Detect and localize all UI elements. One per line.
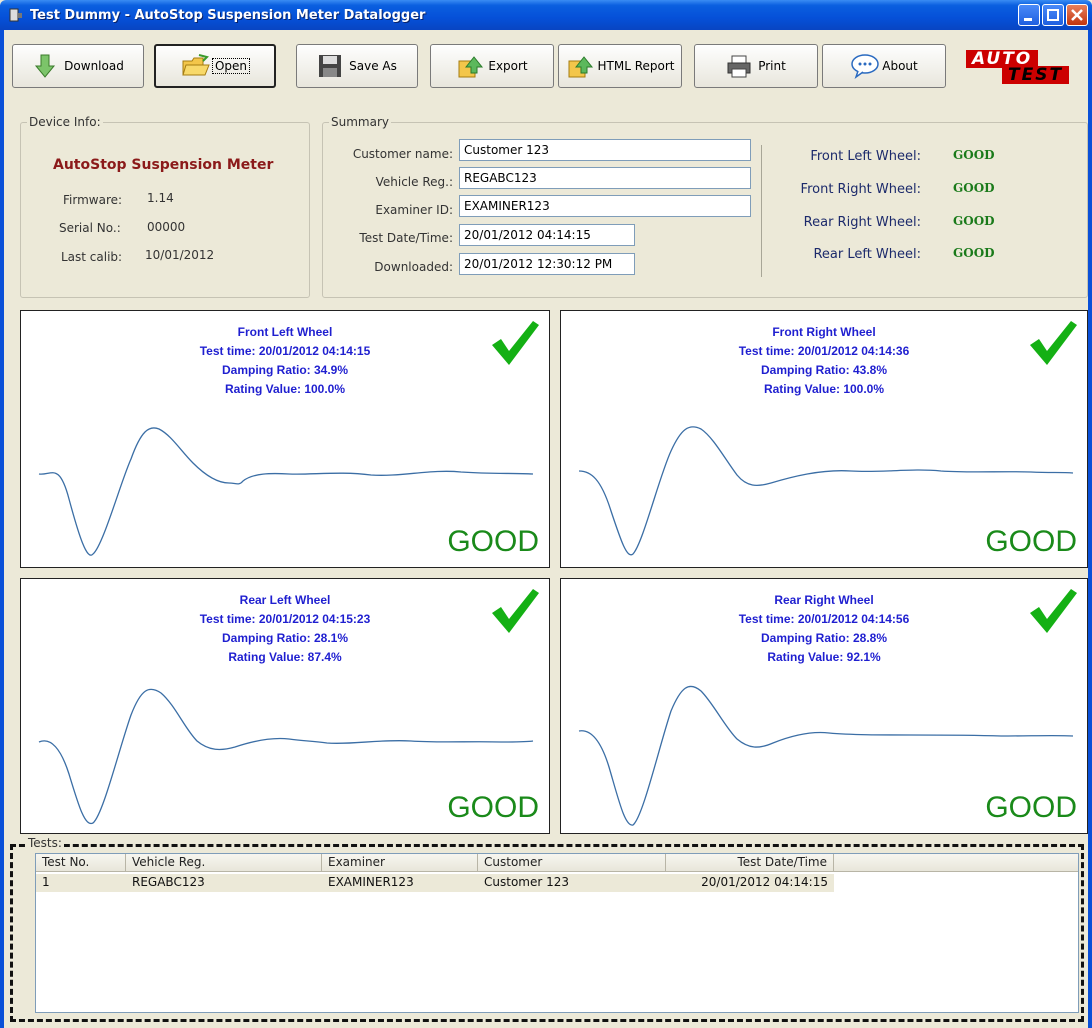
- cell-examiner: EXAMINER123: [328, 875, 414, 889]
- panel-result: GOOD: [447, 525, 539, 558]
- rear-left-wheel-panel: Rear Left Wheel Test time: 20/01/2012 04…: [20, 578, 550, 834]
- panel-result: GOOD: [985, 791, 1077, 824]
- column-header-filler: [834, 854, 1078, 872]
- panel-rating-value: Rating Value: 92.1%: [767, 650, 881, 664]
- panel-rating-value: Rating Value: 87.4%: [228, 650, 342, 664]
- summary-front-left-status: GOOD: [953, 148, 995, 162]
- panel-title: Front Right Wheel: [772, 325, 876, 339]
- device-info-group: Device Info: AutoStop Suspension Meter F…: [20, 115, 310, 298]
- test-datetime-label: Test Date/Time:: [359, 231, 453, 245]
- firmware-label: Firmware:: [63, 193, 123, 207]
- customer-name-field[interactable]: Customer 123: [459, 139, 751, 161]
- panel-rating-value: Rating Value: 100.0%: [224, 382, 346, 396]
- examiner-id-label: Examiner ID:: [375, 203, 453, 217]
- autotest-logo: AUTO TEST: [962, 50, 1088, 90]
- serial-value: 00000: [147, 220, 186, 234]
- cell-test-datetime: 20/01/2012 04:14:15: [701, 875, 828, 889]
- panel-test-time: Test time: 20/01/2012 04:14:15: [199, 344, 371, 358]
- maximize-icon: [1047, 9, 1059, 21]
- export-button[interactable]: Export: [430, 44, 554, 88]
- speech-bubble-icon: [850, 53, 879, 79]
- logo-line2: TEST: [1002, 66, 1070, 84]
- panel-test-time: Test time: 20/01/2012 04:14:56: [738, 612, 910, 626]
- panel-title: Rear Left Wheel: [239, 593, 331, 607]
- downloaded-field[interactable]: 20/01/2012 12:30:12 PM: [459, 253, 635, 275]
- tests-grid[interactable]: Test No. Vehicle Reg. Examiner Customer …: [35, 853, 1079, 1013]
- panel-title: Front Left Wheel: [237, 325, 333, 339]
- close-button[interactable]: [1066, 4, 1088, 26]
- tests-group: Test No. Vehicle Reg. Examiner Customer …: [10, 844, 1084, 1022]
- downloaded-label: Downloaded:: [374, 260, 453, 274]
- maximize-button[interactable]: [1042, 4, 1064, 26]
- summary-rear-right-status: GOOD: [953, 214, 995, 228]
- down-arrow-icon: [32, 53, 58, 79]
- firmware-value: 1.14: [147, 191, 174, 205]
- summary-group: Summary Customer name: Customer 123 Vehi…: [322, 115, 1088, 298]
- html-report-button[interactable]: HTML Report: [558, 44, 682, 88]
- floppy-disk-icon: [317, 53, 343, 79]
- export-arrow-icon: [456, 53, 484, 79]
- summary-rear-left-label: Rear Left Wheel:: [813, 247, 921, 262]
- device-info-legend: Device Info:: [27, 115, 103, 129]
- column-header-test-datetime[interactable]: Test Date/Time: [666, 854, 834, 872]
- test-datetime-field[interactable]: 20/01/2012 04:14:15: [459, 224, 635, 246]
- save-as-button[interactable]: Save As: [296, 44, 418, 88]
- serial-label: Serial No.:: [59, 221, 121, 235]
- panel-damping-ratio: Damping Ratio: 43.8%: [760, 363, 888, 377]
- panel-title: Rear Right Wheel: [774, 593, 874, 607]
- tests-legend: Tests:: [26, 836, 64, 850]
- vehicle-reg-field[interactable]: REGABC123: [459, 167, 751, 189]
- minimize-button[interactable]: [1018, 4, 1040, 26]
- front-right-wheel-panel: Front Right Wheel Test time: 20/01/2012 …: [560, 310, 1088, 568]
- column-header-examiner[interactable]: Examiner: [322, 854, 478, 872]
- folder-icon: [181, 53, 210, 79]
- window-frame-left: [0, 30, 4, 1028]
- column-header-vehicle-reg[interactable]: Vehicle Reg.: [126, 854, 322, 872]
- panel-damping-ratio: Damping Ratio: 28.1%: [221, 631, 349, 645]
- report-arrow-icon: [566, 53, 593, 79]
- open-button[interactable]: Open: [154, 44, 276, 88]
- summary-front-right-label: Front Right Wheel:: [800, 182, 921, 197]
- device-title: AutoStop Suspension Meter: [53, 157, 274, 173]
- summary-front-right-status: GOOD: [953, 181, 995, 195]
- title-bar: Test Dummy - AutoStop Suspension Meter D…: [0, 0, 1092, 30]
- panel-rating-value: Rating Value: 100.0%: [763, 382, 885, 396]
- printer-icon: [726, 53, 752, 79]
- download-button[interactable]: Download: [12, 44, 144, 88]
- front-left-wheel-panel: Front Left Wheel Test time: 20/01/2012 0…: [20, 310, 550, 568]
- rear-right-wheel-panel: Rear Right Wheel Test time: 20/01/2012 0…: [560, 578, 1088, 834]
- cell-test-no: 1: [42, 875, 50, 889]
- close-icon: [1071, 9, 1083, 21]
- summary-separator: [761, 145, 762, 277]
- about-button[interactable]: About: [822, 44, 946, 88]
- table-row[interactable]: 1 REGABC123 EXAMINER123 Customer 123 20/…: [36, 874, 834, 892]
- print-button[interactable]: Print: [694, 44, 818, 88]
- summary-rear-right-label: Rear Right Wheel:: [803, 215, 921, 230]
- app-icon: [8, 7, 24, 23]
- panel-result: GOOD: [985, 525, 1077, 558]
- cell-vehicle-reg: REGABC123: [132, 875, 205, 889]
- last-calib-label: Last calib:: [61, 250, 123, 264]
- panel-test-time: Test time: 20/01/2012 04:15:23: [199, 612, 371, 626]
- examiner-id-field[interactable]: EXAMINER123: [459, 195, 751, 217]
- tests-grid-header: Test No. Vehicle Reg. Examiner Customer …: [36, 854, 1078, 872]
- summary-legend: Summary: [329, 115, 391, 129]
- panel-damping-ratio: Damping Ratio: 28.8%: [760, 631, 888, 645]
- panel-test-time: Test time: 20/01/2012 04:14:36: [738, 344, 910, 358]
- panel-result: GOOD: [447, 791, 539, 824]
- summary-rear-left-status: GOOD: [953, 246, 995, 260]
- panel-damping-ratio: Damping Ratio: 34.9%: [221, 363, 349, 377]
- customer-name-label: Customer name:: [352, 147, 453, 161]
- vehicle-reg-label: Vehicle Reg.:: [375, 175, 453, 189]
- minimize-icon: [1024, 18, 1032, 21]
- column-header-customer[interactable]: Customer: [478, 854, 666, 872]
- summary-front-left-label: Front Left Wheel:: [810, 149, 921, 164]
- last-calib-value: 10/01/2012: [145, 248, 215, 262]
- column-header-test-no[interactable]: Test No.: [36, 854, 126, 872]
- window-title: Test Dummy - AutoStop Suspension Meter D…: [30, 7, 426, 23]
- cell-customer: Customer 123: [484, 875, 570, 889]
